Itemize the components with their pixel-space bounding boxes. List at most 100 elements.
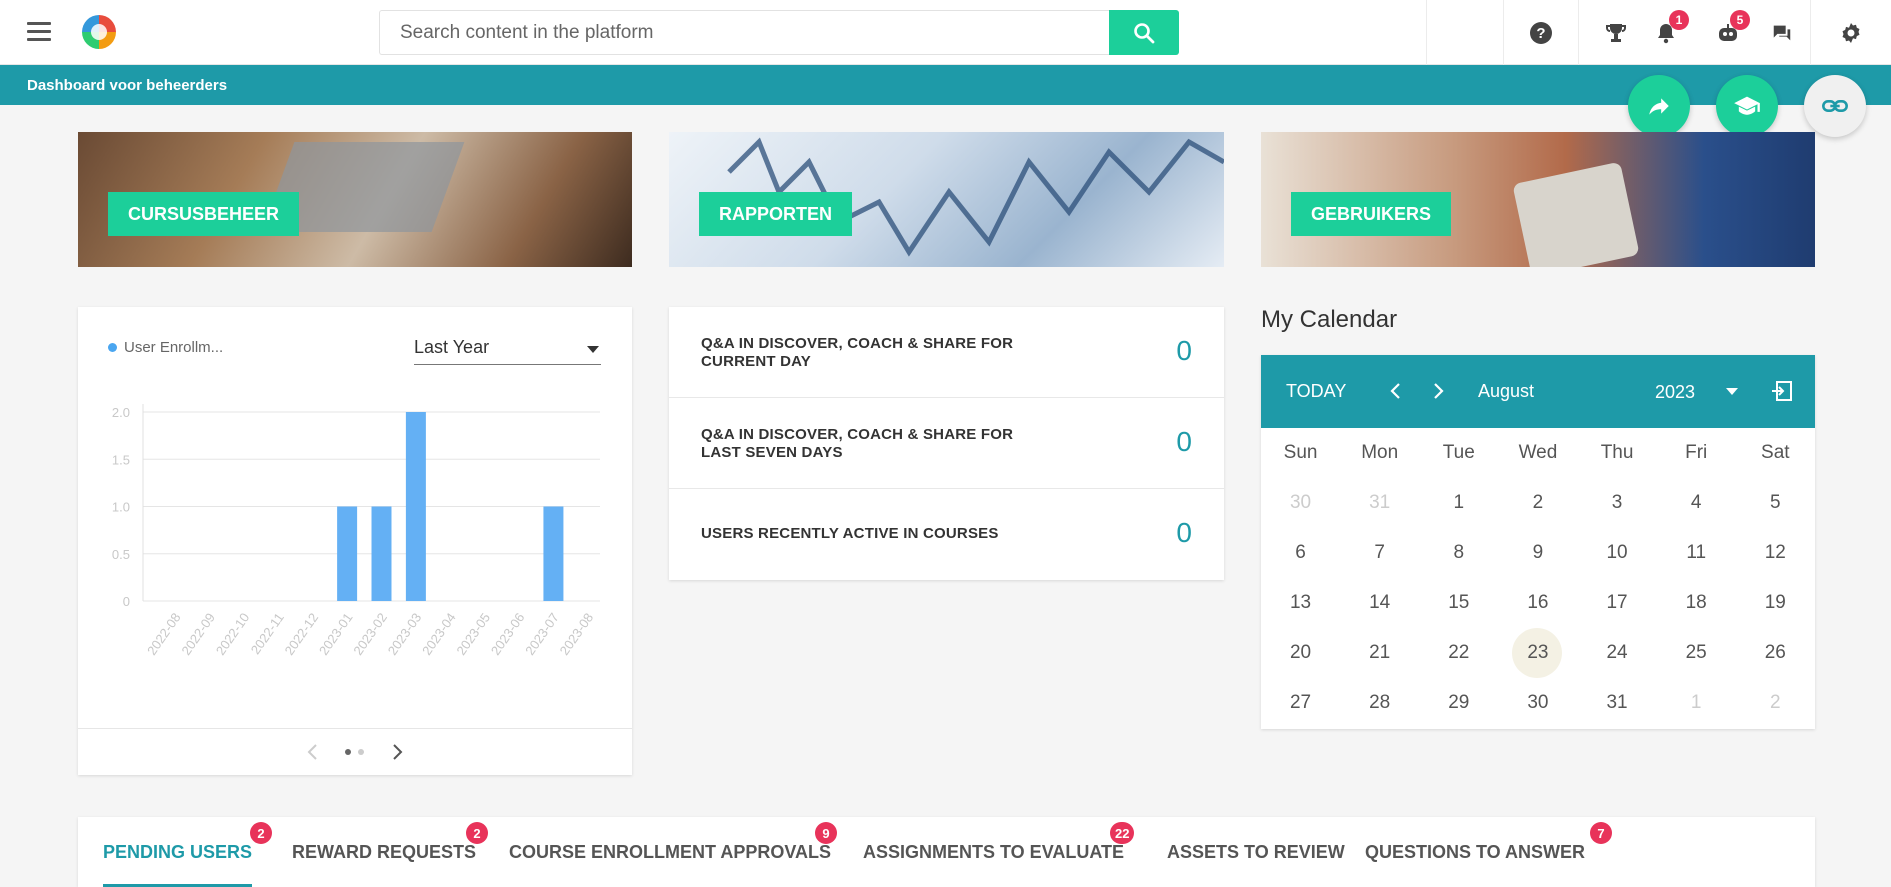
chevron-left-icon[interactable]: [306, 743, 320, 761]
pager-dot[interactable]: [358, 749, 364, 755]
y-tick-label: 2.0: [112, 405, 130, 420]
chevron-down-icon[interactable]: [1726, 388, 1738, 395]
calendar-day[interactable]: 21: [1340, 628, 1419, 678]
reports-button[interactable]: RAPPORTEN: [699, 192, 853, 236]
bot-messages-button[interactable]: 5: [1713, 0, 1750, 65]
calendar-day[interactable]: 30: [1261, 478, 1340, 528]
users-banner[interactable]: GEBRUIKERS: [1261, 132, 1815, 267]
calendar-day[interactable]: 7: [1340, 528, 1419, 578]
calendar-day-number: 27: [1289, 692, 1312, 713]
weekday-label: Tue: [1442, 442, 1475, 463]
tab-label: REWARD REQUESTS: [292, 842, 477, 862]
chart-pager: [78, 728, 632, 775]
course-management-banner[interactable]: CURSUSBEHEER: [78, 132, 632, 267]
calendar-day[interactable]: 30: [1498, 678, 1577, 728]
today-button[interactable]: TODAY: [1286, 381, 1346, 402]
chat-button[interactable]: [1753, 0, 1810, 65]
courses-fab[interactable]: [1716, 75, 1778, 137]
calendar-day[interactable]: 2: [1498, 478, 1577, 528]
calendar-day[interactable]: 3: [1578, 478, 1657, 528]
calendar-day[interactable]: 4: [1657, 478, 1736, 528]
share-fab[interactable]: [1628, 75, 1690, 137]
bar-2023-03[interactable]: [405, 412, 426, 601]
calendar-day[interactable]: 9: [1498, 528, 1577, 578]
search-button[interactable]: [1109, 10, 1179, 55]
calendar-day[interactable]: 20: [1261, 628, 1340, 678]
calendar-day[interactable]: 31: [1578, 678, 1657, 728]
calendar-day[interactable]: 2: [1736, 678, 1815, 728]
help-button[interactable]: ?: [1503, 0, 1578, 65]
bar-2023-01[interactable]: [337, 506, 358, 602]
calendar-day[interactable]: 1: [1657, 678, 1736, 728]
calendar-day-number: 25: [1685, 642, 1707, 663]
tab-count-badge: 22: [1110, 822, 1135, 844]
calendar-year-select[interactable]: 2023: [1655, 382, 1695, 403]
enrollment-bar-chart: 0 0.5 1.0 1.5 2.0 2022-082022-092022-10 2022-1…: [112, 404, 600, 658]
stat-value[interactable]: 0: [1176, 426, 1192, 458]
links-fab[interactable]: [1804, 75, 1866, 137]
notifications-badge: 1: [1669, 10, 1689, 30]
bar-2023-07[interactable]: [543, 506, 564, 602]
calendar-day-today[interactable]: 23: [1498, 628, 1577, 678]
tab-assets-to-review[interactable]: ASSETS TO REVIEW: [1167, 842, 1345, 887]
rewards-button[interactable]: [1578, 0, 1653, 65]
calendar-day[interactable]: 25: [1657, 628, 1736, 678]
stat-value[interactable]: 0: [1176, 517, 1192, 549]
calendar-day[interactable]: 19: [1736, 578, 1815, 628]
calendar-day[interactable]: 27: [1261, 678, 1340, 728]
calendar-day[interactable]: 6: [1261, 528, 1340, 578]
calendar-day[interactable]: 26: [1736, 628, 1815, 678]
calendar-day[interactable]: 29: [1419, 678, 1498, 728]
calendar-day[interactable]: 22: [1419, 628, 1498, 678]
search-input[interactable]: [379, 10, 1110, 55]
calendar-day[interactable]: 14: [1340, 578, 1419, 628]
tab-assignments-to-evaluate[interactable]: ASSIGNMENTS TO EVALUATE: [863, 842, 1124, 887]
y-tick-label: 1.5: [112, 452, 130, 467]
tab-course-enrollment-approvals[interactable]: COURSE ENROLLMENT APPROVALS: [509, 842, 831, 887]
calendar-day[interactable]: 17: [1578, 578, 1657, 628]
chevron-right-icon[interactable]: [390, 743, 404, 761]
page-title: Dashboard voor beheerders: [27, 77, 228, 94]
notifications-button[interactable]: 1: [1653, 0, 1689, 65]
sign-in-icon[interactable]: [1771, 380, 1793, 402]
menu-icon[interactable]: [27, 22, 51, 42]
tab-reward-requests[interactable]: REWARD REQUESTS: [292, 842, 476, 887]
period-select[interactable]: Last Year: [414, 337, 601, 365]
chevron-right-icon[interactable]: [1431, 381, 1445, 401]
search-icon: [1134, 22, 1155, 43]
tab-count-badge: 7: [1590, 822, 1612, 844]
calendar-day[interactable]: 5: [1736, 478, 1815, 528]
course-management-button[interactable]: CURSUSBEHEER: [108, 192, 300, 236]
weekday-label: Sat: [1761, 442, 1790, 463]
chart-legend[interactable]: User Enrollm...: [108, 339, 223, 356]
calendar-day[interactable]: 18: [1657, 578, 1736, 628]
calendar-day[interactable]: 10: [1578, 528, 1657, 578]
calendar-day[interactable]: 28: [1340, 678, 1419, 728]
reports-banner[interactable]: RAPPORTEN: [669, 132, 1224, 267]
calendar-day[interactable]: 8: [1419, 528, 1498, 578]
platform-logo[interactable]: [82, 15, 116, 49]
bar-2023-02[interactable]: [371, 506, 392, 602]
tab-questions-to-answer[interactable]: QUESTIONS TO ANSWER: [1365, 842, 1585, 887]
calendar-day-number: 21: [1369, 642, 1391, 663]
calendar-day[interactable]: 11: [1657, 528, 1736, 578]
calendar-day[interactable]: 31: [1340, 478, 1419, 528]
calendar-day[interactable]: 12: [1736, 528, 1815, 578]
calendar-grid: Sun Mon Tue Wed Thu Fri Sat 30 31 1 2 3 4 5 6 7 8 9 10 11 12…: [1261, 428, 1815, 728]
settings-button[interactable]: [1810, 0, 1891, 65]
stat-label: USERS RECENTLY ACTIVE IN COURSES: [701, 525, 999, 542]
calendar-day[interactable]: 24: [1578, 628, 1657, 678]
stat-value[interactable]: 0: [1176, 335, 1192, 367]
calendar-day[interactable]: 1: [1419, 478, 1498, 528]
pager-dot-active[interactable]: [345, 749, 351, 755]
calendar-day-number: 3: [1611, 492, 1623, 513]
chevron-left-icon[interactable]: [1389, 381, 1403, 401]
users-button[interactable]: GEBRUIKERS: [1291, 192, 1452, 236]
calendar-day-number: 8: [1453, 542, 1465, 563]
tab-pending-users[interactable]: PENDING USERS: [103, 842, 253, 887]
calendar-day[interactable]: 15: [1419, 578, 1498, 628]
calendar-day[interactable]: 13: [1261, 578, 1340, 628]
calendar-day-number: 22: [1448, 642, 1470, 663]
graduation-cap-icon: [1734, 96, 1760, 115]
calendar-day[interactable]: 16: [1498, 578, 1577, 628]
